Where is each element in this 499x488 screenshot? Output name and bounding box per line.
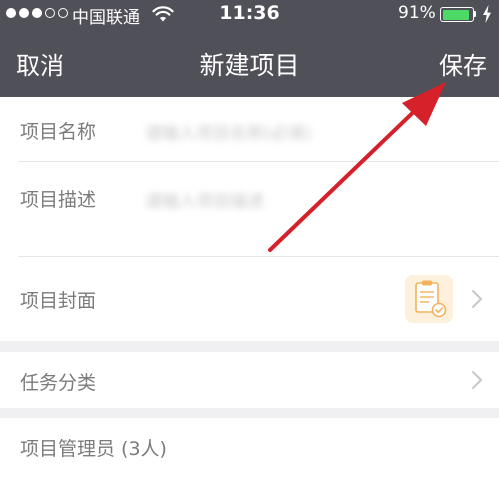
battery-fill [442, 9, 469, 20]
task-category-row[interactable]: 任务分类 [0, 352, 499, 408]
status-bar: 中国联通 11:36 91% [0, 0, 499, 28]
managers-group: 项目管理员 (3人) [0, 418, 499, 488]
project-description-label: 项目描述 [20, 189, 97, 211]
basic-info-group: 项目名称 请输入项目名称(必填) 项目描述 请输入项目描述 项目封面 [0, 97, 499, 341]
chevron-right-icon [472, 290, 482, 308]
project-cover-label: 项目封面 [20, 290, 97, 312]
screen: 中国联通 11:36 91% 取消 新建项目 保存 项目名称 请输入项目名称(必… [0, 0, 499, 488]
project-managers-row[interactable]: 项目管理员 (3人) [0, 418, 499, 488]
page-title: 新建项目 [199, 51, 300, 80]
battery-icon [440, 7, 474, 22]
project-cover-row[interactable]: 项目封面 [0, 257, 499, 341]
battery-cap [474, 11, 476, 17]
project-name-label: 项目名称 [20, 121, 97, 143]
nav-bar: 取消 新建项目 保存 [0, 28, 499, 97]
project-managers-label: 项目管理员 (3人) [20, 438, 167, 460]
project-name-input[interactable]: 请输入项目名称(必填) [145, 119, 311, 144]
chevron-right-icon [472, 371, 482, 389]
category-group: 任务分类 [0, 352, 499, 408]
project-description-input[interactable]: 请输入项目描述 [145, 187, 264, 212]
save-button[interactable]: 保存 [439, 46, 487, 81]
battery-percent: 91% [398, 3, 436, 23]
task-category-label: 任务分类 [20, 372, 97, 394]
charging-icon [483, 5, 491, 23]
project-description-row[interactable]: 项目描述 请输入项目描述 [0, 162, 499, 256]
clipboard-check-icon[interactable] [405, 275, 453, 323]
project-name-row[interactable]: 项目名称 请输入项目名称(必填) [0, 97, 499, 161]
